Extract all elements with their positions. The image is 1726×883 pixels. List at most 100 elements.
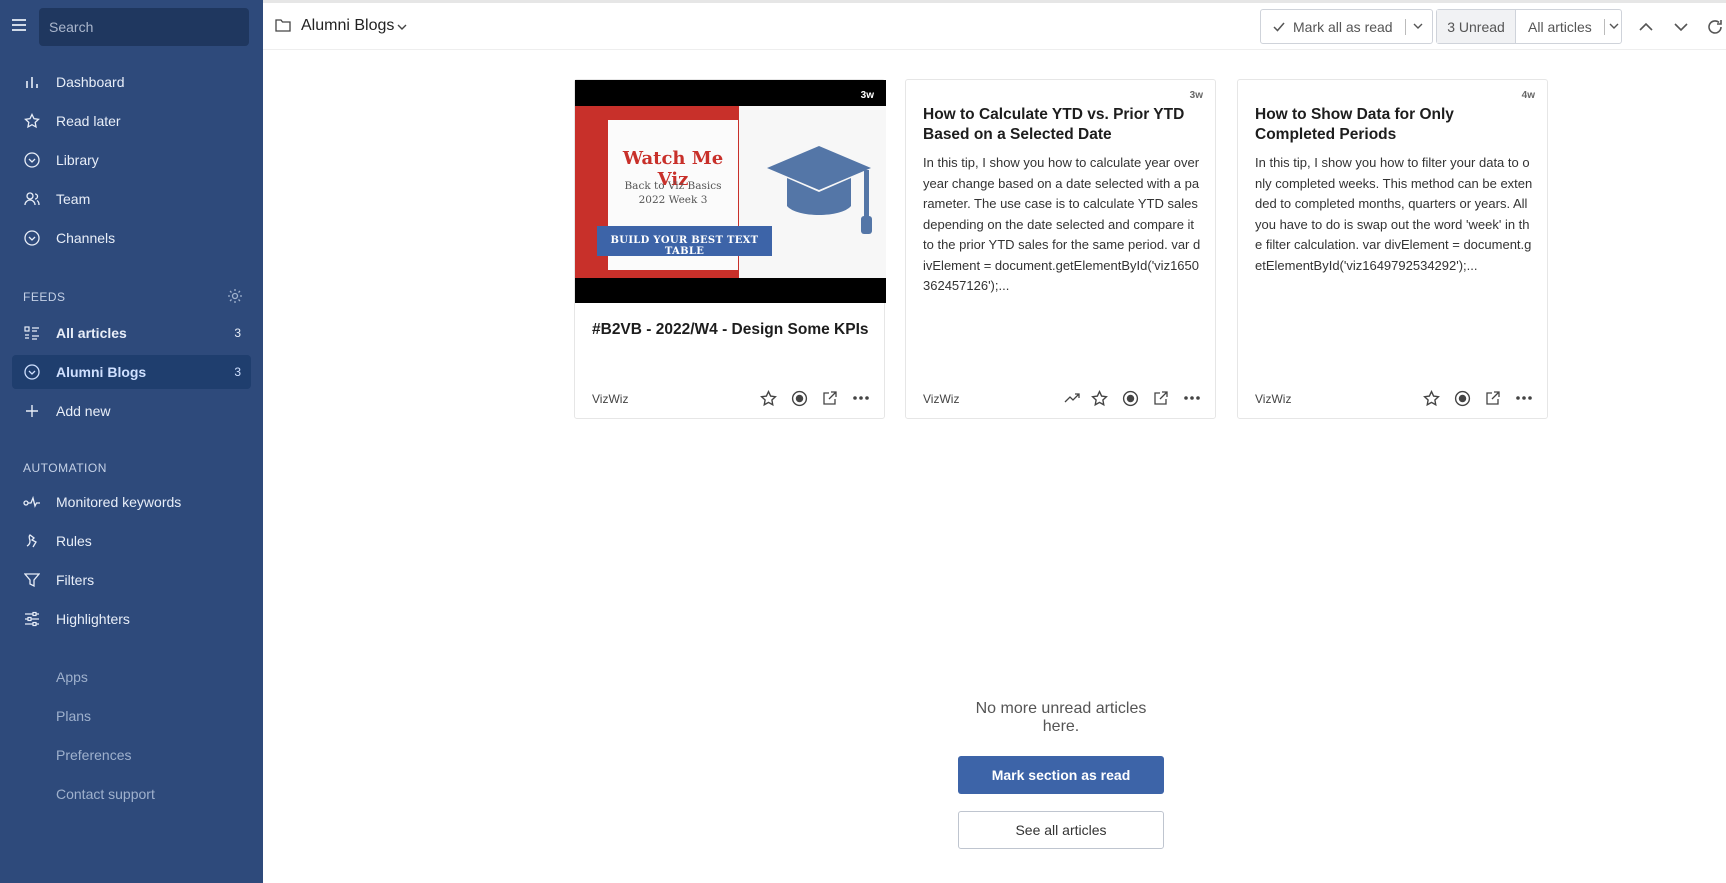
external-link-icon[interactable] [1148,387,1174,409]
sidebar-item-all-articles[interactable]: All articles 3 [12,316,251,350]
chevron-down-icon[interactable] [397,23,407,31]
sidebar-item-label: Rules [56,533,92,549]
article-source[interactable]: VizWiz [1255,392,1291,406]
more-options-icon[interactable] [1179,387,1205,409]
sidebar-item-label: Plans [56,708,92,724]
thumbnail-banner: BUILD YOUR BEST TEXT TABLE [610,235,759,257]
mark-all-read-label: Mark all as read [1293,18,1393,35]
sidebar-item-label: Add new [56,403,111,419]
sidebar-item-contact-support[interactable]: Contact support [12,777,251,811]
external-link-icon[interactable] [1480,387,1506,409]
sidebar-item-channels[interactable]: Channels [12,221,251,255]
team-icon [23,190,41,208]
article-filter-select[interactable]: All articles [1516,19,1592,35]
sidebar-item-dashboard[interactable]: Dashboard [12,65,251,99]
sidebar: Search Dashboard Read later Library Team… [0,0,263,883]
unread-count: 3 [234,326,241,340]
more-options-icon[interactable] [848,387,874,409]
article-age: 4w [1521,90,1535,101]
filter-icon [23,571,41,589]
star-icon[interactable] [1418,387,1444,409]
sidebar-item-plans[interactable]: Plans [12,699,251,733]
sidebar-item-label: Filters [56,572,95,588]
sidebar-item-preferences[interactable]: Preferences [12,738,251,772]
circle-chevron-icon [23,229,41,247]
article-summary: In this tip, I show you how to filter yo… [1255,155,1533,273]
sidebar-item-read-later[interactable]: Read later [12,104,251,138]
sidebar-item-alumni-blogs[interactable]: Alumni Blogs 3 [12,355,251,389]
article-summary: In this tip, I show you how to calculate… [923,155,1201,293]
article-card[interactable]: 3w How to Calculate YTD vs. Prior YTD Ba… [905,79,1216,419]
sidebar-item-label: Apps [56,669,88,685]
article-card[interactable]: 4w How to Show Data for Only Completed P… [1237,79,1548,419]
sidebar-item-team[interactable]: Team [12,182,251,216]
star-icon[interactable] [755,387,781,409]
sidebar-item-label: Team [56,191,91,207]
unread-count: 3 [234,365,241,379]
chevron-down-icon[interactable] [1609,23,1619,30]
article-title[interactable]: How to Calculate YTD vs. Prior YTD Based… [923,105,1193,145]
article-actions [750,387,874,409]
chevron-up-icon[interactable] [1637,18,1655,36]
article-title[interactable]: How to Show Data for Only Completed Peri… [1255,105,1535,145]
sidebar-item-library[interactable]: Library [12,143,251,177]
article-filter-group[interactable]: 3 Unread All articles [1436,9,1622,44]
thumbnail-subtitle-week: 2022 Week 3 [638,194,708,206]
sidebar-item-add-new[interactable]: Add new [12,394,251,428]
article-source[interactable]: VizWiz [592,392,628,406]
see-all-articles-button[interactable]: See all articles [958,811,1164,849]
feeds-heading: FEEDS [23,290,66,304]
highlighter-icon [23,610,41,628]
pulse-icon [23,493,41,511]
empty-state-message: No more unread articles here. [975,700,1147,735]
article-actions [1058,387,1205,409]
top-toolbar: Alumni Blogs Mark all as read 3 Unread A… [263,0,1726,50]
plus-icon [23,402,41,420]
article-title[interactable]: #B2VB - 2022/W4 - Design Some KPIs [592,320,872,340]
mark-read-icon[interactable] [1449,387,1475,409]
sidebar-item-label: All articles [56,325,127,341]
circle-chevron-icon [23,151,41,169]
trending-icon [1063,387,1081,409]
article-actions [1413,387,1537,409]
sidebar-item-highlighters[interactable]: Highlighters [12,602,251,636]
mark-section-read-button[interactable]: Mark section as read [958,756,1164,794]
unread-count-badge: 3 Unread [1437,10,1516,43]
sidebar-item-rules[interactable]: Rules [12,524,251,558]
sidebar-item-label: Dashboard [56,74,125,90]
automation-heading: AUTOMATION [23,461,107,475]
sidebar-item-label: Library [56,152,99,168]
hamburger-menu-icon[interactable] [11,17,27,33]
thumbnail-subtitle: Back to Viz Basics [624,180,722,192]
star-icon [23,112,41,130]
sidebar-top: Search [0,8,263,46]
sidebar-item-filters[interactable]: Filters [12,563,251,597]
bar-chart-icon [23,73,41,91]
circle-chevron-icon [23,363,41,381]
sidebar-item-label: Read later [56,113,121,129]
article-source[interactable]: VizWiz [923,392,959,406]
article-age: 3w [860,90,874,101]
external-link-icon[interactable] [817,387,843,409]
gear-icon[interactable] [227,288,243,304]
chevron-down-icon[interactable] [1413,23,1423,30]
article-age: 3w [1189,90,1203,101]
check-icon [1273,22,1285,32]
article-card[interactable]: Watch Me Viz Back to Viz Basics 2022 Wee… [574,79,886,419]
sidebar-item-label: Channels [56,230,116,246]
more-options-icon[interactable] [1511,387,1537,409]
sidebar-item-apps[interactable]: Apps [12,660,251,694]
mark-all-read-button[interactable]: Mark all as read [1260,9,1433,44]
mark-read-icon[interactable] [786,387,812,409]
star-icon[interactable] [1086,387,1112,409]
search-input[interactable]: Search [39,8,249,46]
chevron-down-icon[interactable] [1672,18,1690,36]
mark-read-icon[interactable] [1117,387,1143,409]
rules-icon [23,532,41,550]
article-thumbnail: Watch Me Viz Back to Viz Basics 2022 Wee… [575,80,886,303]
refresh-icon[interactable] [1706,18,1724,36]
sidebar-item-label: Highlighters [56,611,130,627]
sidebar-item-monitored-keywords[interactable]: Monitored keywords [12,485,251,519]
sidebar-item-label: Monitored keywords [56,494,182,510]
page-title[interactable]: Alumni Blogs [301,17,394,35]
